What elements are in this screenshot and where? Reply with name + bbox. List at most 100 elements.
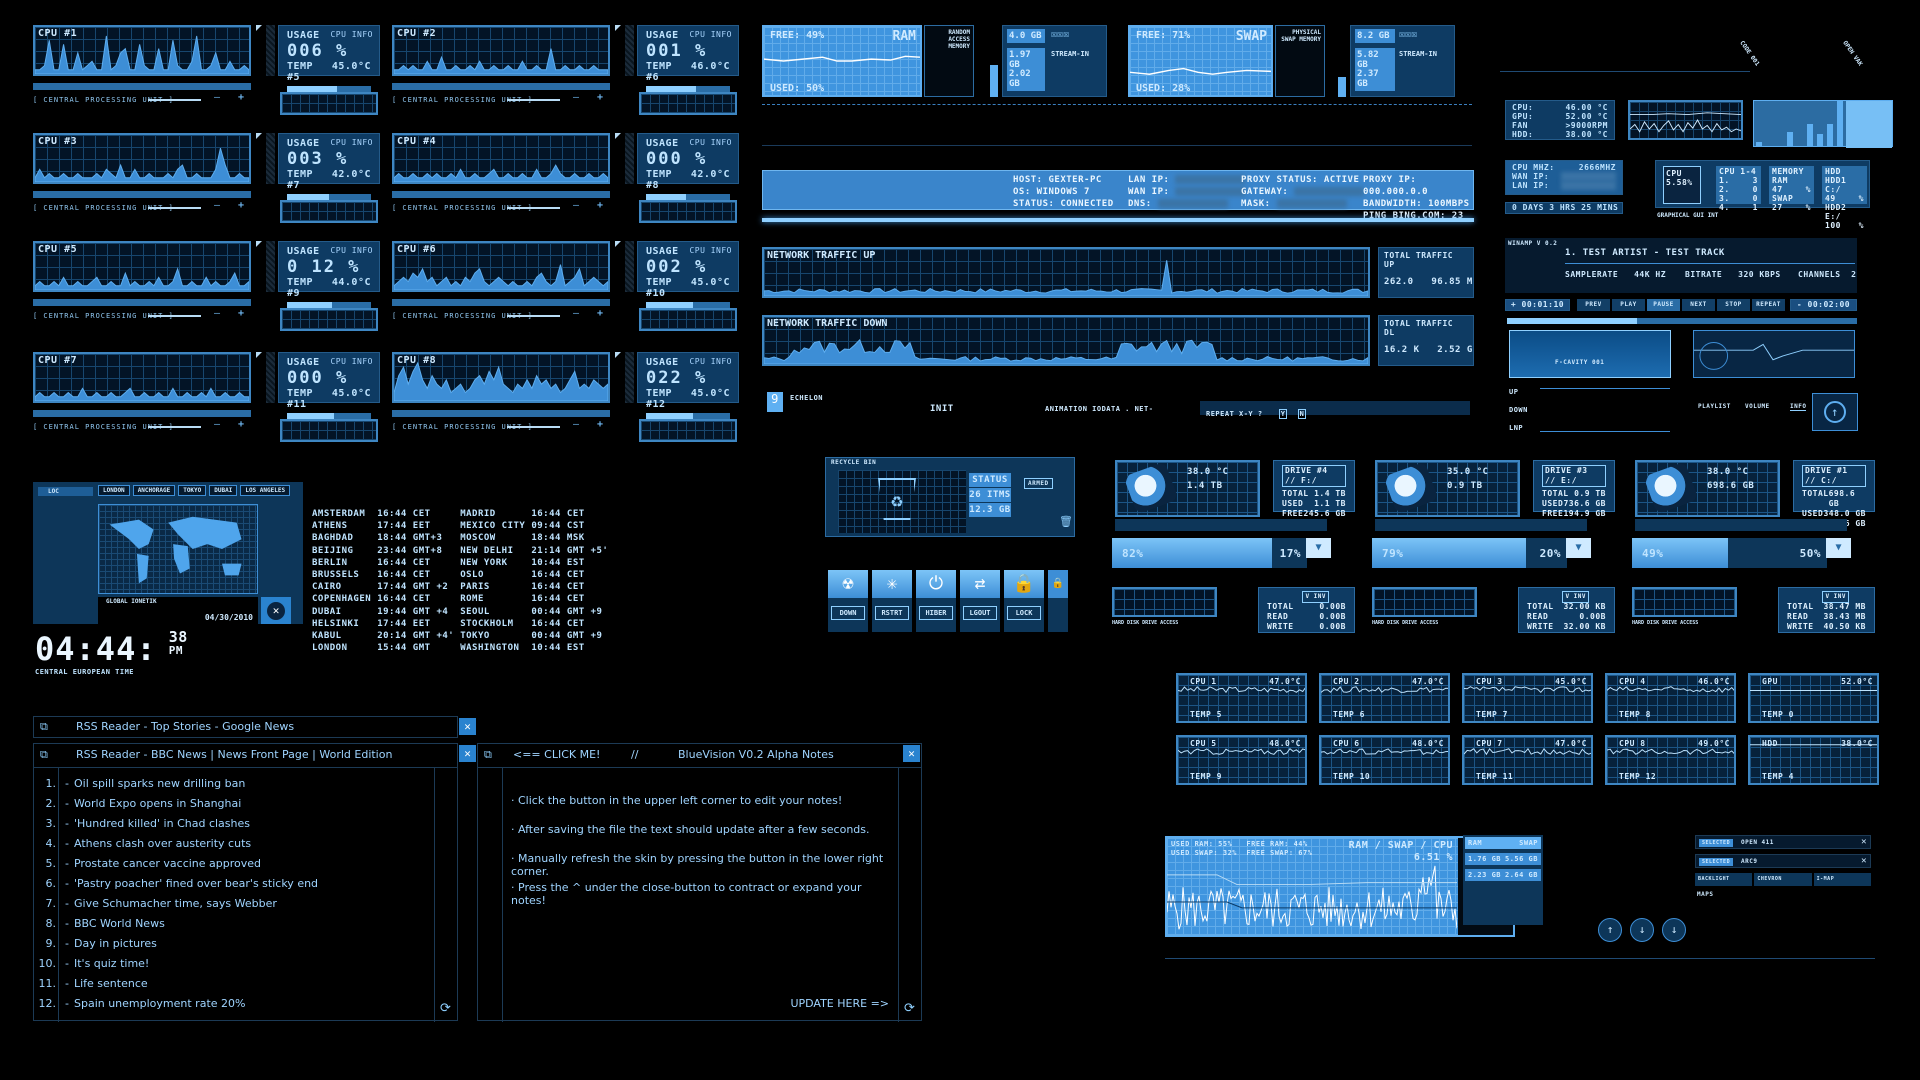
inv-toggle[interactable]: V INV (1302, 591, 1329, 603)
rss-item-title[interactable]: Prostate cancer vaccine approved (74, 857, 261, 877)
rss-item[interactable]: 5. - Prostate cancer vaccine approved (34, 857, 424, 877)
cpu-slider[interactable] (148, 99, 201, 101)
minus-icon[interactable]: – (214, 92, 220, 103)
winamp-prev-button[interactable]: PREV (1577, 299, 1610, 311)
cpu-slider[interactable] (507, 207, 560, 209)
lock-button[interactable]: 🔒 LOCK (1004, 570, 1044, 632)
eq-sliders[interactable] (1540, 388, 1670, 432)
rss-item[interactable]: 8. - BBC World News (34, 917, 424, 937)
drive-dropdown-button[interactable]: ▼ (1566, 538, 1591, 558)
cpu-slider[interactable] (507, 315, 560, 317)
refresh-icon[interactable]: ⟳ (440, 1001, 451, 1016)
cpu-slider[interactable] (148, 315, 201, 317)
plus-icon[interactable]: + (597, 92, 603, 103)
rss-item[interactable]: 11. - Life sentence (34, 977, 424, 997)
close-icon[interactable]: ☒ (1411, 29, 1417, 40)
city-tab[interactable]: LONDON (98, 485, 130, 496)
update-here-link[interactable]: UPDATE HERE => (790, 997, 889, 1010)
rstrt-button[interactable]: ✳ RSTRT (872, 570, 912, 632)
drive-dropdown-button[interactable]: ▼ (1826, 538, 1851, 558)
close-icon[interactable]: ✕ (1861, 856, 1867, 866)
toggle-chevron[interactable]: CHEVRON (1754, 873, 1812, 886)
lock-toggle[interactable]: 🔒 (1048, 570, 1068, 632)
edit-icon[interactable]: ⧉ (40, 720, 48, 734)
edit-icon[interactable]: ⧉ (484, 748, 492, 762)
rss-feed-title[interactable]: RSS Reader - Top Stories - Google News (76, 720, 294, 733)
winamp-play-button[interactable]: PLAY (1612, 299, 1645, 311)
repeat-no-button[interactable]: N (1297, 409, 1307, 419)
eject-button[interactable]: ↑ (1812, 393, 1858, 431)
rss-item-title[interactable]: Athens clash over austerity cuts (74, 837, 251, 857)
toggle-backlight[interactable]: BACKLIGHT (1695, 873, 1753, 886)
plus-icon[interactable]: + (238, 308, 244, 319)
track-progress[interactable] (1507, 318, 1857, 324)
minus-icon[interactable]: – (214, 419, 220, 430)
rss-item-title[interactable]: It's quiz time! (74, 957, 149, 977)
rss-item[interactable]: 10. - It's quiz time! (34, 957, 424, 977)
rss-item[interactable]: 7. - Give Schumacher time, says Webber (34, 897, 424, 917)
cpu-slider[interactable] (148, 207, 201, 209)
rss-item-title[interactable]: Spain unemployment rate 20% (74, 997, 246, 1017)
clock-close-button[interactable]: ✕ (261, 597, 291, 624)
down-button[interactable]: ☢ DOWN (828, 570, 868, 632)
rss-bbc-close-button[interactable]: ✕ (459, 745, 476, 762)
cpu-slider[interactable] (507, 426, 560, 428)
plus-icon[interactable]: + (597, 308, 603, 319)
rss-item[interactable]: 3. - 'Hundred killed' in Chad clashes (34, 817, 424, 837)
repeat-yes-button[interactable]: Y (1278, 409, 1288, 419)
notes-scroll-track[interactable] (898, 768, 923, 1022)
edit-icon[interactable]: ⧉ (40, 748, 48, 762)
rss-item[interactable]: 4. - Athens clash over austerity cuts (34, 837, 424, 857)
city-tab[interactable]: DUBAI (209, 485, 238, 496)
armed-button[interactable]: ARMED (1024, 478, 1053, 489)
city-tab[interactable]: LOS ANGELES (240, 485, 291, 496)
minus-icon[interactable]: – (214, 308, 220, 319)
city-tab[interactable]: TOKYO (178, 485, 207, 496)
winamp-next-button[interactable]: NEXT (1682, 299, 1715, 311)
rss-item-title[interactable]: Life sentence (74, 977, 148, 997)
winamp-repeat-button[interactable]: REPEAT (1752, 299, 1785, 311)
rss-item-title[interactable]: Day in pictures (74, 937, 157, 957)
plus-icon[interactable]: + (238, 200, 244, 211)
hiber-button[interactable]: ⏻ HIBER (916, 570, 956, 632)
cpu-slider[interactable] (148, 426, 201, 428)
rss-item-title[interactable]: 'Pastry poacher' fined over bear's stick… (74, 877, 318, 897)
rss-item-title[interactable]: Oil spill sparks new drilling ban (74, 777, 245, 797)
rss-item[interactable]: 6. - 'Pastry poacher' fined over bear's st… (34, 877, 424, 897)
rss-item-title[interactable]: Give Schumacher time, says Webber (74, 897, 277, 917)
toggle-i-map[interactable]: I-MAP (1813, 873, 1871, 886)
close-icon[interactable]: ☒ (1063, 29, 1069, 40)
rss-item[interactable]: 2. - World Expo opens in Shanghai (34, 797, 424, 817)
minus-icon[interactable]: – (573, 308, 579, 319)
rss-feed-title[interactable]: RSS Reader - BBC News | News Front Page … (76, 748, 392, 761)
playlist-button[interactable]: PLAYLIST (1698, 403, 1731, 410)
rss-item[interactable]: 1. - Oil spill sparks new drilling ban (34, 777, 424, 797)
recycle-icon[interactable]: ♻ (878, 478, 916, 520)
minus-icon[interactable]: – (573, 92, 579, 103)
winamp-pause-button[interactable]: PAUSE (1647, 299, 1680, 311)
minus-icon[interactable]: – (573, 200, 579, 211)
volume-button[interactable]: VOLUME (1745, 403, 1770, 410)
rss-item-title[interactable]: BBC World News (74, 917, 165, 937)
cpu-slider[interactable] (507, 99, 560, 101)
rss-item-title[interactable]: 'Hundred killed' in Chad clashes (74, 817, 250, 837)
drive-dropdown-button[interactable]: ▼ (1306, 538, 1331, 558)
city-tab[interactable]: ANCHORAGE (132, 485, 176, 496)
minus-icon[interactable]: – (214, 200, 220, 211)
minus-icon[interactable]: – (573, 419, 579, 430)
plus-icon[interactable]: + (597, 419, 603, 430)
rss-item-title[interactable]: World Expo opens in Shanghai (74, 797, 241, 817)
refresh-icon[interactable]: ⟳ (904, 1001, 915, 1016)
rss-item[interactable]: 12. - Spain unemployment rate 20% (34, 997, 424, 1017)
winamp-stop-button[interactable]: STOP (1717, 299, 1750, 311)
plus-icon[interactable]: + (238, 419, 244, 430)
inv-toggle[interactable]: V INV (1562, 591, 1589, 603)
plus-icon[interactable]: + (597, 200, 603, 211)
trash-icon[interactable]: 🗑 (1059, 515, 1073, 528)
rss-google-close-button[interactable]: ✕ (459, 718, 476, 735)
close-icon[interactable]: ✕ (1861, 837, 1867, 847)
echelon-icon[interactable]: 9 (767, 392, 783, 412)
inv-toggle[interactable]: V INV (1822, 591, 1849, 603)
info-button[interactable]: INFO (1790, 403, 1807, 411)
rss-item[interactable]: 9. - Day in pictures (34, 937, 424, 957)
